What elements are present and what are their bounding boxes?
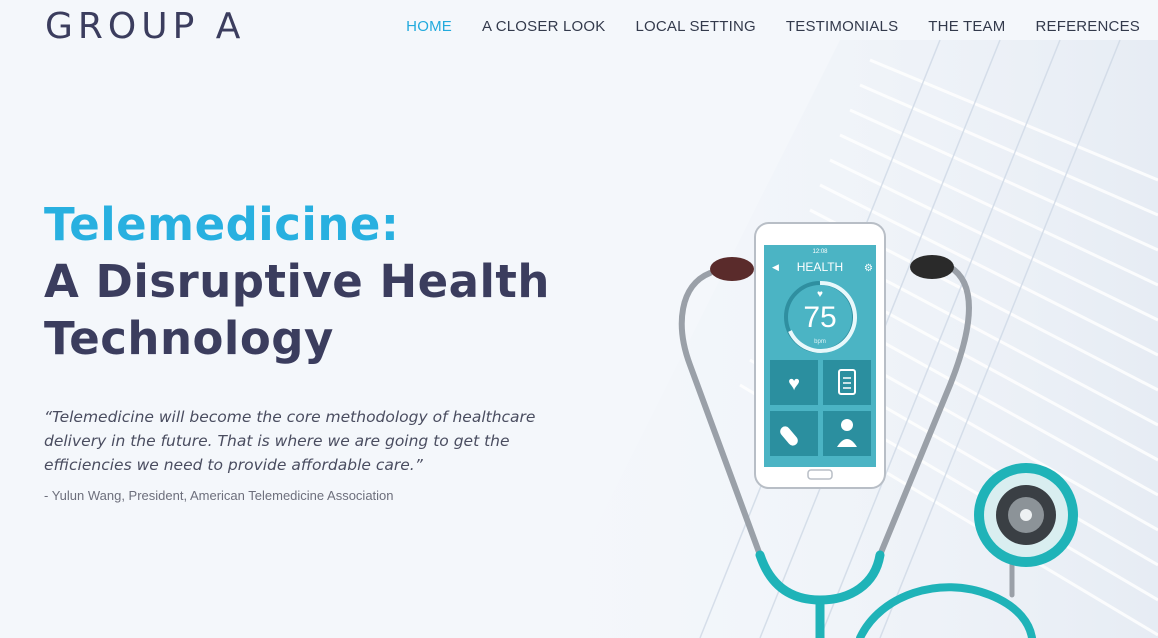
site-logo[interactable]: GROUP A — [45, 6, 245, 47]
nav-local-setting[interactable]: LOCAL SETTING — [635, 18, 755, 35]
page-title: Telemedicine: A Disruptive Health Techno… — [44, 196, 604, 367]
phone-time: 12:08 — [812, 249, 828, 255]
title-line-3: Technology — [44, 312, 334, 365]
nav-testimonials[interactable]: TESTIMONIALS — [786, 18, 898, 35]
title-line-1: Telemedicine: — [44, 198, 400, 251]
back-arrow-icon: ◀ — [772, 262, 779, 272]
smartphone: 12:08 ◀ HEALTH ⚙ 75 bpm ♥ ♥ — [754, 222, 886, 489]
heart-rate-value: 75 — [803, 301, 836, 334]
quote-citation: - Yulun Wang, President, American Teleme… — [44, 488, 394, 503]
phone-stethoscope-illustration: 12:08 ◀ HEALTH ⚙ 75 bpm ♥ ♥ — [678, 222, 1078, 638]
nav-the-team[interactable]: THE TEAM — [928, 18, 1005, 35]
pills-tile — [770, 411, 818, 456]
heart-rate-unit: bpm — [814, 339, 826, 345]
nav-closer-look[interactable]: A CLOSER LOOK — [482, 18, 605, 35]
doctor-tile — [823, 411, 871, 456]
stethoscope-right-tube — [877, 264, 972, 558]
ear-tip-left — [710, 257, 754, 281]
nav-references[interactable]: REFERENCES — [1035, 18, 1140, 35]
title-line-2: A Disruptive Health — [44, 255, 550, 308]
ear-tip-right — [910, 255, 954, 279]
stethoscope-left-tube — [678, 270, 763, 558]
hero-heading: Telemedicine: A Disruptive Health Techno… — [44, 196, 604, 367]
main-nav: HOME A CLOSER LOOK LOCAL SETTING TESTIMO… — [406, 18, 1140, 35]
stethoscope-chestpiece — [974, 463, 1078, 567]
nav-home[interactable]: HOME — [406, 18, 452, 35]
heartbeat-icon: ♥ — [788, 373, 800, 395]
app-title: HEALTH — [797, 260, 843, 274]
settings-gear-icon: ⚙ — [864, 263, 873, 274]
hero-quote: “Telemedicine will become the core metho… — [44, 408, 536, 474]
doctor-icon — [841, 419, 853, 431]
heart-icon: ♥ — [817, 289, 823, 300]
